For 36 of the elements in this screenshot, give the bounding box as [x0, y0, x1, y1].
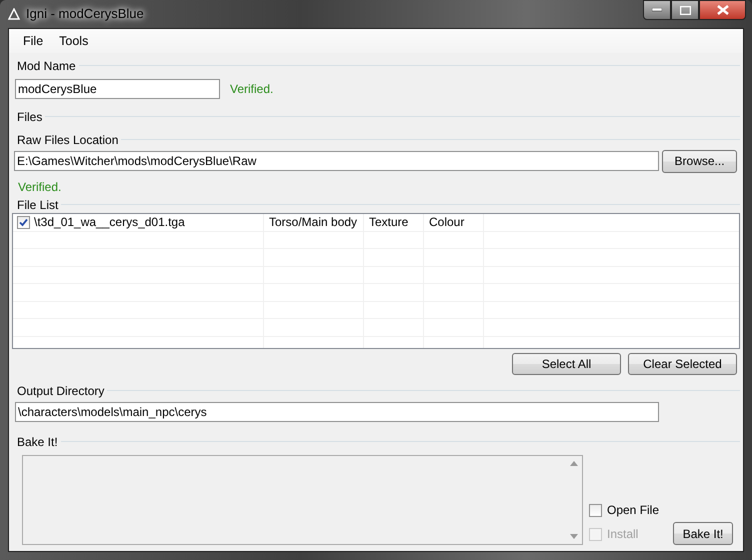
checkbox-label: Install [607, 526, 638, 543]
minimize-button[interactable] [643, 0, 671, 20]
group-label: Output Directory [16, 382, 104, 400]
menu-item[interactable]: File [15, 30, 52, 52]
close-button[interactable] [699, 0, 746, 20]
status-text: Verified. [230, 81, 274, 98]
output-directory-field[interactable]: \characters\models\main_npc\cerys [15, 402, 659, 422]
mod-name-field[interactable]: modCerysBlue [15, 79, 220, 99]
menu-item[interactable]: Tools [51, 30, 96, 52]
group-label: Raw Files Location [16, 132, 118, 148]
table-cell: Texture [364, 214, 424, 230]
log-box[interactable] [22, 455, 583, 545]
close-icon [716, 5, 728, 15]
group-label: File List [16, 196, 58, 214]
group-label: Bake It! [16, 434, 58, 450]
table-cell: Torso/Main body [264, 214, 364, 230]
app-icon [8, 8, 20, 20]
maximize-button[interactable] [671, 0, 699, 20]
status-text: Verified. [18, 180, 62, 194]
checkbox[interactable] [17, 216, 30, 229]
group-label: Mod Name [16, 58, 76, 74]
list-button[interactable]: Select All [512, 353, 621, 375]
checkbox-label: Open File [607, 502, 660, 519]
table-cell: Colour [424, 214, 484, 230]
window-title: Igni - modCerysBlue [26, 5, 144, 24]
list-button[interactable]: Clear Selected [628, 353, 737, 375]
maximize-icon [680, 6, 690, 14]
browse-button[interactable]: Browse... [662, 150, 737, 172]
group-label: Files [16, 108, 42, 126]
file-name: \t3d_01_wa__cerys_d01.tga [34, 214, 185, 231]
minimize-icon [652, 8, 662, 12]
raw-location-field[interactable]: E:\Games\Witcher\mods\modCerysBlue\Raw [14, 151, 660, 171]
checkbox[interactable] [589, 504, 602, 516]
scroll-up-icon[interactable] [570, 461, 578, 466]
scroll-down-icon[interactable] [570, 534, 578, 539]
bake-button[interactable]: Bake It! [673, 522, 734, 545]
